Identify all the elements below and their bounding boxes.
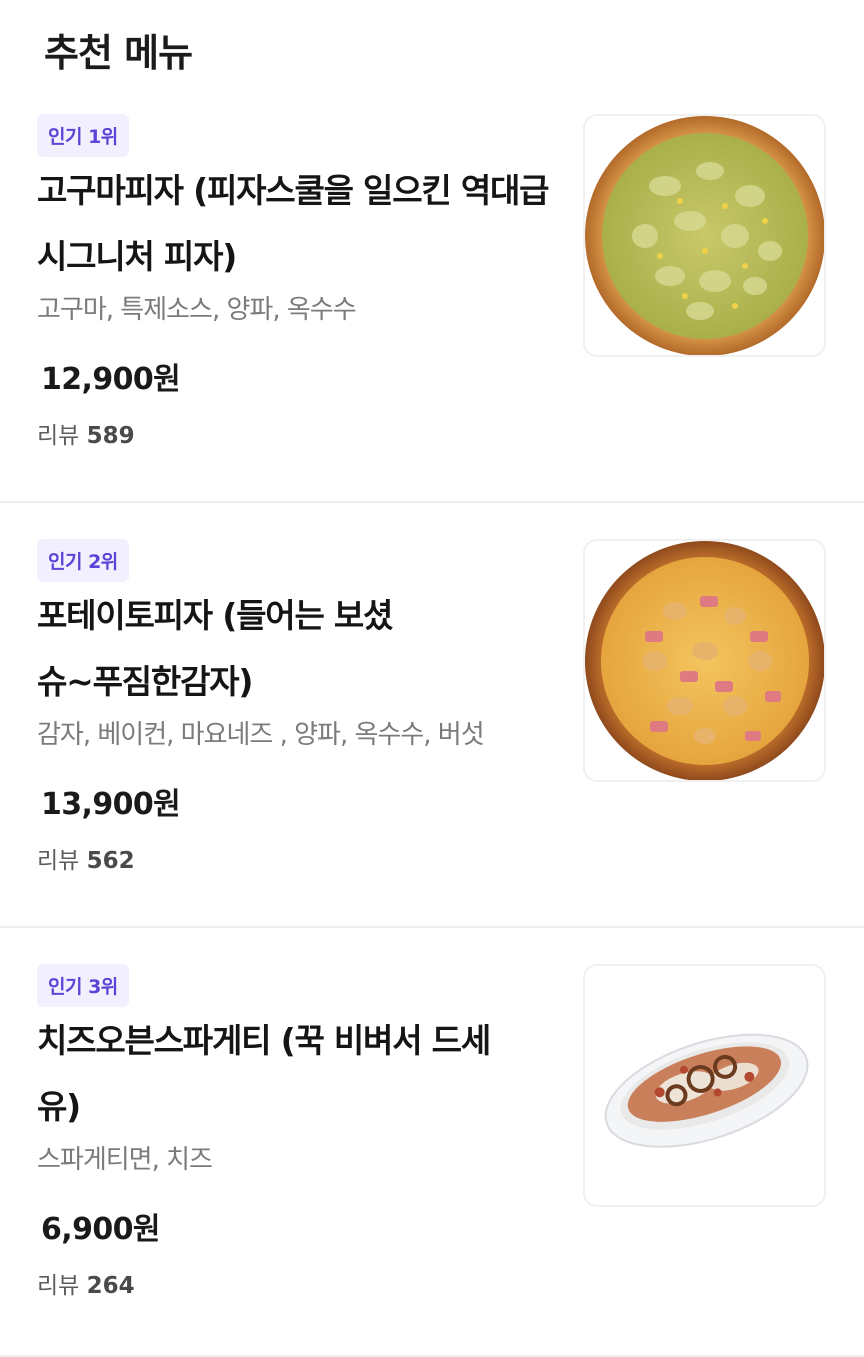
menu-item-description: 스파게티면, 치즈: [37, 1145, 213, 1175]
popularity-badge: 인기 3위: [37, 964, 129, 1007]
menu-item-description: 고구마, 특제소스, 양파, 옥수수: [37, 295, 357, 325]
cheese-oven-spaghetti-image[interactable]: [583, 964, 826, 1207]
menu-item-price: 12,900원: [41, 362, 181, 397]
review-count: 리뷰 562: [37, 841, 135, 875]
menu-item-description: 감자, 베이컨, 마요네즈 , 양파, 옥수수, 버섯: [37, 720, 485, 750]
menu-item-name: 포테이토피자 (들어는 보셨슈~푸짐한감자): [37, 596, 393, 701]
menu-item-price: 6,900원: [41, 1212, 161, 1247]
menu-item-name: 치즈오븐스파게티 (꾹 비벼서 드세유): [37, 1021, 491, 1126]
section-title: 추천 메뉴: [44, 31, 193, 75]
popularity-badge: 인기 1위: [37, 114, 129, 157]
potato-pizza-image[interactable]: [583, 539, 826, 782]
review-number: 264: [86, 1273, 135, 1299]
menu-item-name: 고구마피자 (피자스쿨을 일으킨 역대급 시그니처 피자): [37, 171, 550, 276]
review-label: 리뷰: [37, 1273, 80, 1299]
review-number: 562: [86, 848, 135, 874]
review-number: 589: [86, 423, 135, 449]
sweet-potato-pizza-image[interactable]: [583, 114, 826, 357]
menu-item-3[interactable]: 인기 3위 치즈오븐스파게티 (꾹 비벼서 드세유) 스파게티면, 치즈 6,9…: [0, 950, 864, 1357]
menu-item-2[interactable]: 인기 2위 포테이토피자 (들어는 보셨슈~푸짐한감자) 감자, 베이컨, 마요…: [0, 525, 864, 928]
review-count: 리뷰 264: [37, 1266, 135, 1300]
review-label: 리뷰: [37, 848, 80, 874]
menu-item-1[interactable]: 인기 1위 고구마피자 (피자스쿨을 일으킨 역대급 시그니처 피자) 고구마,…: [0, 100, 864, 503]
review-count: 리뷰 589: [37, 416, 135, 450]
review-label: 리뷰: [37, 423, 80, 449]
menu-item-price: 13,900원: [41, 787, 181, 822]
popularity-badge: 인기 2위: [37, 539, 129, 582]
